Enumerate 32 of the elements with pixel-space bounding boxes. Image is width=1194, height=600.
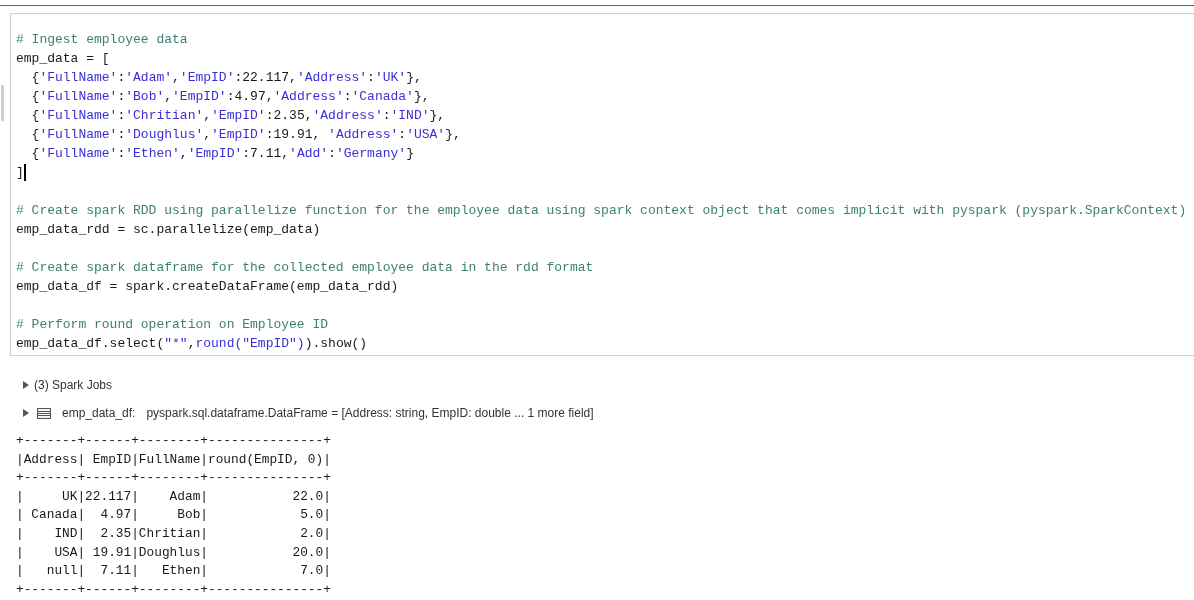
code-line: emp_data_rdd = sc.parallelize(emp_data) — [16, 221, 321, 239]
output-line: | USA| 19.91|Doughlus| 20.0| — [16, 543, 331, 562]
scroll-indicator — [1, 85, 4, 121]
caret-icon[interactable] — [23, 409, 29, 417]
code-line: # Ingest employee data — [16, 31, 188, 49]
output-line: | IND| 2.35|Chritian| 2.0| — [16, 524, 331, 543]
code-line: {'FullName':'Adam','EmpID':22.117,'Address':'UK'}, — [30, 69, 422, 87]
output-line: | Canada| 4.97| Bob| 5.0| — [16, 506, 331, 525]
dataframe-name: emp_data_df: — [62, 405, 136, 422]
code-line: emp_data_df.select("*",round("EmpID")).show() — [16, 335, 368, 353]
code-line: {'FullName':'Chritian','EmpID':2.35,'Address':'IND'}, — [30, 107, 446, 125]
output-line: |Address| EmpID|FullName|round(EmpID, 0)| — [16, 450, 331, 469]
code-line: emp_data = [ — [16, 50, 110, 68]
code-line: # Perform round operation on Employee ID — [16, 316, 329, 334]
output-line: +-------+------+--------+---------------+ — [16, 469, 331, 488]
output-line: | UK|22.117| Adam| 22.0| — [16, 487, 331, 506]
caret-icon[interactable] — [23, 381, 29, 389]
dataframe-schema: pyspark.sql.dataframe.DataFrame = [Address: string, EmpID: double ... 1 more field] — [146, 405, 594, 422]
output-line: | null| 7.11| Ethen| 7.0| — [16, 562, 331, 581]
code-line: # Create spark dataframe for the collected employee data in the rdd format — [16, 259, 594, 277]
code-line: {'FullName':'Bob','EmpID':4.97,'Address':'Canada'}, — [30, 88, 430, 106]
code-line: # Create spark RDD using parallelize function for the employee data using spark context object that comes implicit with pyspark (pyspark.SparkContext) — [16, 202, 1187, 220]
code-line: {'FullName':'Ethen','EmpID':7.11,'Add':'Germany'} — [30, 145, 414, 163]
code-line: emp_data_df = spark.createDataFrame(emp_data_rdd) — [16, 278, 399, 296]
spark-jobs-toggle[interactable]: (3) Spark Jobs — [34, 376, 113, 394]
text-cursor — [23, 164, 26, 181]
output-line: +-------+------+--------+---------------+ — [16, 580, 331, 599]
output-line: +-------+------+--------+---------------+ — [16, 432, 331, 450]
code-line: {'FullName':'Doughlus','EmpID':19.91, 'Address':'USA'}, — [30, 126, 461, 144]
code-cell[interactable] — [10, 13, 1194, 356]
table-icon — [37, 407, 51, 419]
code-line: ] — [16, 164, 24, 182]
